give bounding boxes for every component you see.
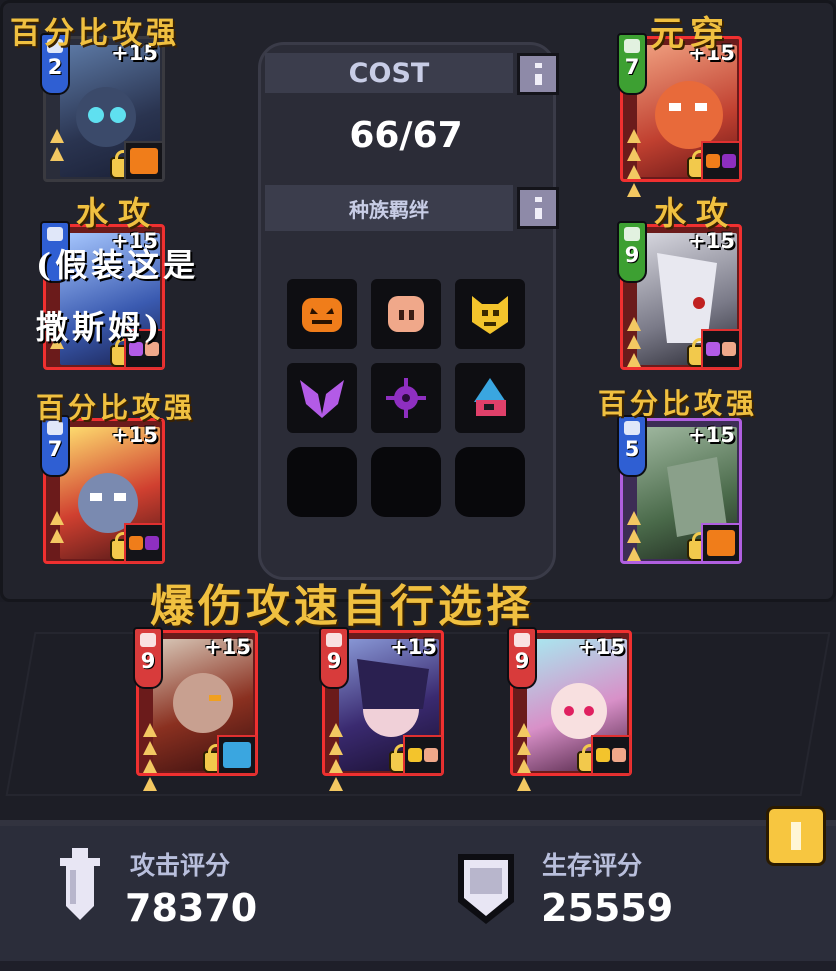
bond-slot-empty [455,447,525,517]
hero-stars [143,723,157,791]
hero-level-plus: +15 [578,635,625,659]
hero-race-badge [701,523,741,563]
attack-score-value: 78370 [125,886,258,930]
hero-card[interactable]: 5 +15 [617,415,742,564]
virus-race-icon [145,536,159,550]
annotation-lower-left: 百分比攻强 [36,391,197,424]
hero-stars [50,511,64,543]
hero-race-badge [403,735,443,775]
hero-cost-tag: 9 [617,221,647,283]
bond-slot-pumpkin[interactable] [287,279,357,349]
hero-cost-tag: 9 [507,627,537,689]
survival-score-label: 生存评分 [542,851,643,880]
beast-race-icon [424,748,438,762]
annotation-mid-right: 水攻 [654,194,739,232]
hero-card[interactable]: 9 +15 [319,627,444,791]
hero-level-plus: +15 [390,635,437,659]
bond-slot-beast[interactable] [371,279,441,349]
pumpkin-race-icon [129,536,143,550]
hero-stars [517,723,531,791]
hero-race-badge [591,735,631,775]
hero-cost-tag: 9 [319,627,349,689]
shield-icon [624,421,640,435]
demon-race-icon [408,748,422,762]
annotation-top-left: 百分比攻强 [10,16,180,51]
hero-level-plus: +15 [111,423,158,447]
hero-cost-tag: 9 [133,627,163,689]
sword-icon [514,633,530,647]
hero-level-plus: +15 [688,423,735,447]
sword-icon [624,39,640,53]
survival-score-value: 25559 [541,886,674,930]
annotation-top-right: 元穿 [650,14,730,54]
bond-slot-ninja[interactable] [455,363,525,433]
bond-info-button[interactable] [517,187,559,229]
hero-stars [627,129,641,197]
winged-race-icon [706,342,720,356]
race-bond-label: 种族羁绊 [265,185,513,231]
hero-stars [627,317,641,367]
pumpkin-race-icon [302,298,342,332]
hero-race-badge [124,141,164,181]
hero-cost-tag: 5 [617,415,647,477]
annotation-note-line2: 撒斯姆) [36,308,164,346]
annotation-bottom-row: 爆伤攻速自行选择 [150,581,534,632]
pumpkin-race-icon [706,154,720,168]
sword-icon [326,633,342,647]
hero-race-badge [124,523,164,563]
virus-race-icon [722,154,736,168]
attack-score-label: 攻击评分 [130,851,231,880]
hero-card[interactable]: 9 +15 [133,627,258,791]
hero-race-badge [701,329,741,369]
race-bond-grid [287,279,525,517]
bond-slot-empty [287,447,357,517]
ninja-race-icon [474,378,506,416]
shield-icon [458,854,514,924]
info-icon [534,197,542,219]
hero-race-badge [217,735,257,775]
hero-card[interactable]: 9 +15 [617,221,742,370]
sword-icon [60,848,100,920]
score-info-button[interactable] [766,806,826,866]
hero-stars [329,723,343,791]
virus-race-icon [386,378,426,418]
annotation-mid-left: 水攻 [76,194,161,232]
hero-cost-tag: 7 [617,33,647,95]
pumpkin-race-icon [130,148,158,174]
hero-card[interactable]: 9 +15 [507,627,632,791]
hero-stars [627,511,641,561]
demon-race-icon [472,296,508,334]
beast-race-icon [612,748,626,762]
bond-slot-winged[interactable] [287,363,357,433]
beast-race-icon [388,296,424,332]
pumpkin-race-icon [707,530,735,556]
cost-value: 66/67 [349,115,463,156]
annotation-note-line1: (假装这是 [36,246,200,284]
bond-slot-virus[interactable] [371,363,441,433]
hero-level-plus: +15 [204,635,251,659]
hero-card[interactable]: 7 +15 [40,415,165,564]
team-info-panel: COST 66/67 种族羁绊 [258,42,559,580]
hero-stars [50,129,64,161]
info-icon [791,822,801,850]
beast-race-icon [722,342,736,356]
demon-race-icon [596,748,610,762]
bond-slot-empty [371,447,441,517]
shield-icon [47,227,63,241]
hero-card[interactable]: 7 +15 [617,33,742,197]
sword-icon [140,633,156,647]
ninja-race-icon [223,742,251,768]
hero-race-badge [701,141,741,181]
cost-info-button[interactable] [517,53,559,95]
hero-card[interactable]: 2 +15 [40,33,165,182]
annotation-lower-right: 百分比攻强 [598,387,759,420]
cost-label: COST [265,53,513,93]
bond-slot-demon[interactable] [455,279,525,349]
info-icon [534,63,542,85]
winged-race-icon [300,380,344,418]
sword-icon [624,227,640,241]
